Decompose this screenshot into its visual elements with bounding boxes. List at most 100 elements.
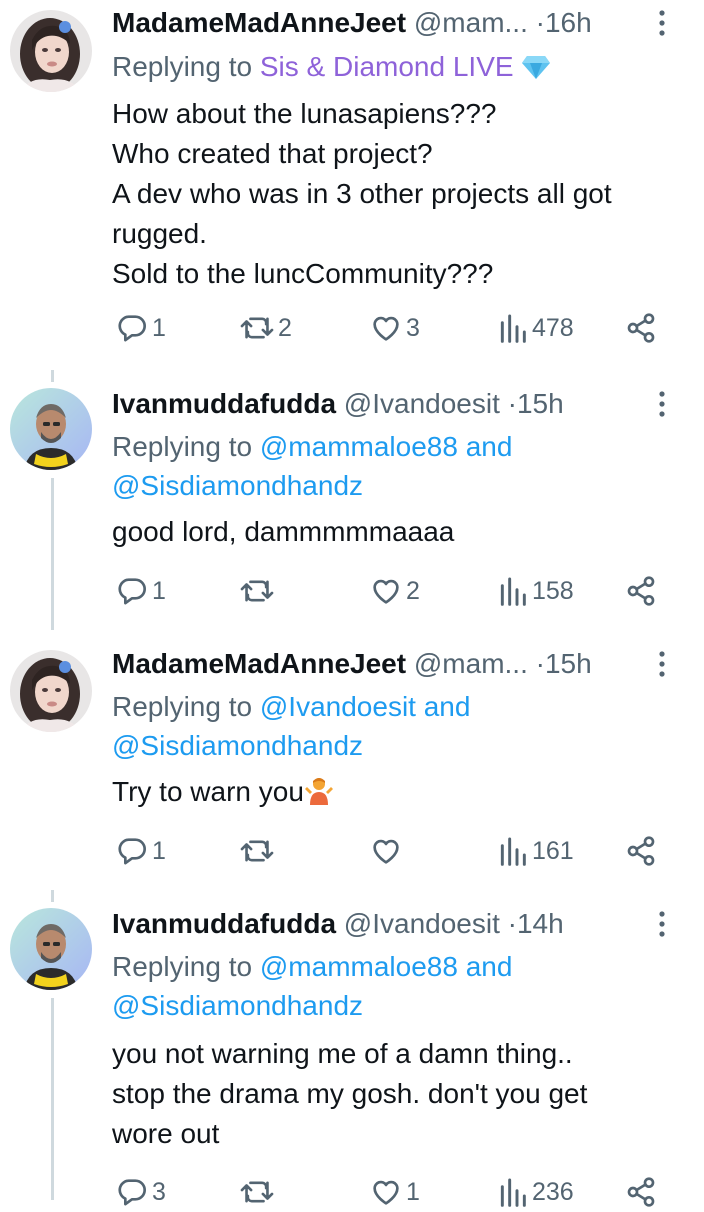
views-chart-icon xyxy=(500,314,526,343)
views-button[interactable]: 236 xyxy=(498,1172,574,1212)
separator-dot: · xyxy=(535,7,545,38)
replying-to-user-link[interactable]: @Sisdiamondhandz xyxy=(112,470,363,501)
replying-to-user-link[interactable]: @Ivandoesit xyxy=(260,691,416,722)
gem-emoji-icon xyxy=(521,51,551,90)
replying-to-and[interactable]: and xyxy=(424,691,471,722)
retweet-count: 2 xyxy=(278,313,292,342)
replying-to-user-link[interactable]: @mammaloe88 xyxy=(260,431,458,462)
timestamp[interactable]: 14h xyxy=(517,908,564,939)
avatar[interactable] xyxy=(10,908,92,990)
tweet-text: How about the lunasapiens??? Who created… xyxy=(112,94,682,294)
avatar-image-woman xyxy=(10,650,92,732)
reply-icon xyxy=(118,315,146,342)
share-button[interactable] xyxy=(625,831,657,871)
replying-to: Replying to @mammaloe88 and @Sisdiamondh… xyxy=(112,427,672,505)
retweet-icon xyxy=(240,317,274,339)
more-options-icon[interactable] xyxy=(655,389,669,419)
retweet-icon xyxy=(240,840,274,862)
person-shrugging-emoji-icon xyxy=(304,775,334,816)
replying-to-user-link[interactable]: @Sisdiamondhandz xyxy=(112,990,363,1021)
avatar[interactable] xyxy=(10,10,92,92)
separator-dot: · xyxy=(507,908,517,939)
tweet[interactable]: Ivanmuddafudda @Ivandoesit ·14h Replying… xyxy=(0,890,704,1207)
like-button[interactable]: 1 xyxy=(370,1172,420,1212)
display-name[interactable]: MadameMadAnneJeet xyxy=(112,7,406,38)
replying-to-label: Replying to xyxy=(112,431,253,462)
tweet[interactable]: Ivanmuddafudda @Ivandoesit ·15h Replying… xyxy=(0,370,704,630)
tweet-text-line: How about the lunasapiens??? xyxy=(112,98,497,129)
replying-to-label: Replying to xyxy=(112,51,253,82)
timestamp[interactable]: 16h xyxy=(545,7,592,38)
share-button[interactable] xyxy=(625,571,657,611)
username[interactable]: @mam... xyxy=(414,7,528,38)
views-chart-icon xyxy=(500,1178,526,1207)
tweet[interactable]: MadameMadAnneJeet @mam... ·15h Replying … xyxy=(0,630,704,890)
views-button[interactable]: 158 xyxy=(498,571,574,611)
like-button[interactable]: 3 xyxy=(370,308,420,348)
thread-connector-line xyxy=(51,890,54,902)
tweet-text-line: Try to warn you xyxy=(112,772,682,816)
like-button[interactable] xyxy=(370,831,406,871)
share-button[interactable] xyxy=(625,308,657,348)
retweet-button[interactable] xyxy=(240,571,278,611)
share-icon xyxy=(627,313,655,343)
username[interactable]: @mam... xyxy=(414,648,528,679)
tweet-actions: 1 161 xyxy=(0,831,704,871)
avatar-image-woman xyxy=(10,10,92,92)
replying-to-user-link[interactable]: @Sisdiamondhandz xyxy=(112,730,363,761)
like-count: 2 xyxy=(406,576,420,605)
avatar[interactable] xyxy=(10,388,92,470)
display-name[interactable]: Ivanmuddafudda xyxy=(112,388,336,419)
tweet-text-line: you not warning me of a damn thing.. xyxy=(112,1038,573,1069)
avatar[interactable] xyxy=(10,650,92,732)
retweet-button[interactable] xyxy=(240,1172,278,1212)
like-count: 1 xyxy=(406,1177,420,1206)
heart-icon xyxy=(373,839,399,864)
more-options-icon[interactable] xyxy=(655,649,669,679)
like-button[interactable]: 2 xyxy=(370,571,420,611)
heart-icon xyxy=(373,316,399,341)
reply-button[interactable]: 1 xyxy=(116,308,166,348)
separator-dot: · xyxy=(535,648,545,679)
replying-to-user-link[interactable]: @mammaloe88 xyxy=(260,951,458,982)
retweet-button[interactable]: 2 xyxy=(240,308,292,348)
view-count: 161 xyxy=(532,836,574,865)
timestamp[interactable]: 15h xyxy=(545,648,592,679)
retweet-button[interactable] xyxy=(240,831,278,871)
thread-connector-line xyxy=(51,998,54,1200)
replying-to-user-link[interactable]: Sis & Diamond LIVE xyxy=(260,51,514,82)
more-options-icon[interactable] xyxy=(655,909,669,939)
reply-count: 3 xyxy=(152,1177,166,1206)
reply-count: 1 xyxy=(152,836,166,865)
view-count: 158 xyxy=(532,576,574,605)
reply-button[interactable]: 3 xyxy=(116,1172,166,1212)
reply-icon xyxy=(118,578,146,605)
share-icon xyxy=(627,1177,655,1207)
tweet-text: good lord, dammmmmaaaa xyxy=(112,512,682,552)
replying-to-label: Replying to xyxy=(112,691,253,722)
replying-to-and[interactable]: and xyxy=(466,431,513,462)
display-name[interactable]: MadameMadAnneJeet xyxy=(112,648,406,679)
views-button[interactable]: 478 xyxy=(498,308,574,348)
views-button[interactable]: 161 xyxy=(498,831,574,871)
separator-dot: · xyxy=(507,388,517,419)
replying-to: Replying to @mammaloe88 and @Sisdiamondh… xyxy=(112,947,672,1025)
replying-to-and[interactable]: and xyxy=(466,951,513,982)
view-count: 236 xyxy=(532,1177,574,1206)
tweet-text-line: good lord, dammmmmaaaa xyxy=(112,516,455,547)
view-count: 478 xyxy=(532,313,574,342)
retweet-icon xyxy=(240,1181,274,1203)
timestamp[interactable]: 15h xyxy=(517,388,564,419)
tweet-text: you not warning me of a damn thing.. sto… xyxy=(112,1034,682,1154)
display-name[interactable]: Ivanmuddafudda xyxy=(112,908,336,939)
reply-button[interactable]: 1 xyxy=(116,831,166,871)
tweet-actions: 1 2 158 xyxy=(0,571,704,611)
reply-count: 1 xyxy=(152,576,166,605)
tweet-header: Ivanmuddafudda @Ivandoesit ·15h xyxy=(112,384,564,424)
share-button[interactable] xyxy=(625,1172,657,1212)
reply-button[interactable]: 1 xyxy=(116,571,166,611)
username[interactable]: @Ivandoesit xyxy=(344,388,500,419)
more-options-icon[interactable] xyxy=(655,8,669,38)
username[interactable]: @Ivandoesit xyxy=(344,908,500,939)
tweet[interactable]: MadameMadAnneJeet @mam... ·16h Replying … xyxy=(0,0,704,370)
